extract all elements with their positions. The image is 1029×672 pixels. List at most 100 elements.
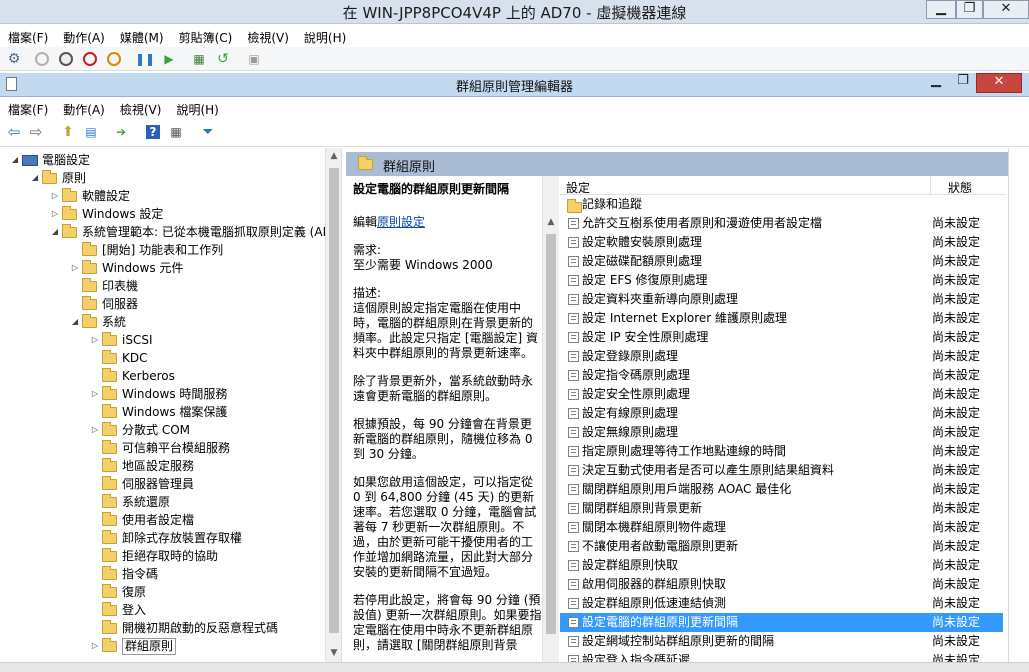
tree-item[interactable]: 拒絕存取時的協助 (90, 547, 218, 565)
tree-item[interactable]: ◢ 電腦設定 (10, 151, 90, 169)
collapse-arrow-icon[interactable]: ◢ (70, 313, 80, 331)
tree-item[interactable]: Windows 檔案保護 (90, 403, 227, 421)
tree-item[interactable]: 卸除式存放裝置存取權 (90, 529, 242, 547)
expand-arrow-icon[interactable]: ▷ (90, 421, 100, 439)
policy-setting-row[interactable]: 設定安全性原則處理 尚未設定 (560, 385, 1003, 404)
tree-item[interactable]: [開始] 功能表和工作列 (70, 241, 223, 259)
policy-setting-row[interactable]: 設定軟體安裝原則處理 尚未設定 (560, 233, 1003, 252)
power-icon[interactable] (106, 51, 122, 67)
policy-setting-row[interactable]: 設定群組原則快取 尚未設定 (560, 556, 1003, 575)
gpme-menu-item[interactable]: 說明(H) (168, 97, 225, 118)
back-icon[interactable]: ⇦ (6, 123, 22, 141)
vm-window-titlebar[interactable]: 在 WIN-JPP8PCO4V4P 上的 AD70 - 虛擬機器連線 ▁ ❐ ✕ (0, 0, 1029, 24)
policy-setting-row[interactable]: 設定 EFS 修復原則處理 尚未設定 (560, 271, 1003, 290)
policy-setting-row[interactable]: 關閉群組原則背景更新 尚未設定 (560, 499, 1003, 518)
gpme-minimize-button[interactable]: ▁ (922, 73, 950, 93)
policy-setting-row[interactable]: 設定群組原則低速連結偵測 尚未設定 (560, 594, 1003, 613)
tree-item[interactable]: 伺服器 (70, 295, 138, 313)
policy-setting-row[interactable]: 指定原則處理等待工作地點連線的時間 尚未設定 (560, 442, 1003, 461)
description-scrollbar[interactable]: ▲ (542, 176, 559, 662)
policy-setting-row[interactable]: 設定網域控制站群組原則更新的間隔 尚未設定 (560, 632, 1003, 651)
policy-setting-row[interactable]: 設定指令碼原則處理 尚未設定 (560, 366, 1003, 385)
tree-scroll-thumb[interactable] (329, 168, 339, 633)
collapse-arrow-icon[interactable]: ◢ (30, 169, 40, 187)
scroll-down-arrow-icon[interactable]: ▼ (326, 645, 341, 662)
properties-icon[interactable]: ▦ (168, 124, 184, 140)
tree-item[interactable]: 復原 (90, 583, 146, 601)
tree-item[interactable]: 可信賴平台模組服務 (90, 439, 230, 457)
tree-item[interactable]: ◢ 原則 (30, 169, 86, 187)
pause-icon[interactable]: ❚❚ (135, 51, 155, 67)
policy-setting-row[interactable]: 設定電腦的群組原則更新間隔 尚未設定 (560, 613, 1003, 632)
tree-vertical-scrollbar[interactable]: ▲ ▼ (325, 148, 341, 662)
help-icon[interactable]: ? (145, 124, 161, 140)
show-tree-icon[interactable]: ▤ (83, 124, 99, 140)
expand-arrow-icon[interactable]: ▷ (50, 187, 60, 205)
turn-off-icon[interactable] (58, 51, 74, 67)
tree-item[interactable]: ◢ 系統管理範本: 已從本機電腦抓取原則定義 (AD (50, 223, 332, 241)
policy-setting-row[interactable]: 關閉群組原則用戶端服務 AOAC 最佳化 尚未設定 (560, 480, 1003, 499)
ctrl-alt-del-icon[interactable]: ⚙ (6, 51, 22, 67)
export-list-icon[interactable]: ➔ (113, 124, 129, 140)
tree-item[interactable]: 使用者設定檔 (90, 511, 194, 529)
scroll-up-arrow-icon[interactable]: ▲ (326, 148, 341, 165)
tree-item[interactable]: ▷ 分散式 COM (90, 421, 190, 439)
gpme-menu-item[interactable]: 檢視(V) (112, 97, 169, 118)
tree-item[interactable]: ▷ 軟體設定 (50, 187, 130, 205)
right-edge-scrollbar[interactable] (1008, 148, 1029, 662)
up-folder-icon[interactable]: ⬆ (60, 124, 76, 140)
policy-setting-row[interactable]: 設定 Internet Explorer 維護原則處理 尚未設定 (560, 309, 1003, 328)
collapse-arrow-icon[interactable]: ◢ (50, 223, 60, 241)
tree-item[interactable]: 開機初期啟動的反惡意程式碼 (90, 619, 278, 637)
policy-setting-row[interactable]: 設定資料夾重新導向原則處理 尚未設定 (560, 290, 1003, 309)
expand-arrow-icon[interactable]: ▷ (90, 637, 100, 655)
policy-setting-row[interactable]: 設定磁碟配額原則處理 尚未設定 (560, 252, 1003, 271)
policy-setting-row[interactable]: 設定登錄原則處理 尚未設定 (560, 347, 1003, 366)
tree-item[interactable]: ▷ Windows 時間服務 (90, 385, 227, 403)
start-icon[interactable] (34, 51, 50, 67)
enhanced-session-icon[interactable]: ▣ (246, 51, 262, 67)
collapse-arrow-icon[interactable]: ◢ (10, 151, 20, 169)
revert-icon[interactable]: ↺ (215, 51, 231, 67)
policy-setting-row[interactable]: 允許交互樹系使用者原則和漫遊使用者設定檔 尚未設定 (560, 214, 1003, 233)
forward-icon[interactable]: ⇨ (28, 123, 44, 141)
resume-icon[interactable]: ▶ (161, 51, 177, 67)
vm-menu-item[interactable]: 動作(A) (55, 25, 112, 46)
shutdown-icon[interactable] (82, 51, 98, 67)
tree-item[interactable]: ◢ 系統 (70, 313, 126, 331)
policy-setting-row[interactable]: 啟用伺服器的群組原則快取 尚未設定 (560, 575, 1003, 594)
expand-arrow-icon[interactable]: ▷ (90, 385, 100, 403)
expand-arrow-icon[interactable]: ▷ (50, 205, 60, 223)
gpme-close-button[interactable]: ✕ (976, 73, 1022, 93)
bottom-scrollbar-strip[interactable] (0, 662, 1029, 672)
tree-item[interactable]: 伺服器管理員 (90, 475, 194, 493)
vm-menu-item[interactable]: 媒體(M) (112, 25, 171, 46)
vm-minimize-button[interactable]: ▁ (926, 0, 956, 19)
tree-item[interactable]: 系統還原 (90, 493, 170, 511)
expand-arrow-icon[interactable]: ▷ (70, 259, 80, 277)
tree-item[interactable]: 地區設定服務 (90, 457, 194, 475)
vm-close-button[interactable]: ✕ (983, 0, 1029, 19)
gpme-titlebar[interactable]: 群組原則管理編輯器 ▁ ❐ ✕ (0, 73, 1029, 97)
policy-setting-row[interactable]: 設定無線原則處理 尚未設定 (560, 423, 1003, 442)
tree-item[interactable]: ▷ iSCSI (90, 331, 153, 349)
policy-setting-row[interactable]: 設定有線原則處理 尚未設定 (560, 404, 1003, 423)
tree-item[interactable]: 印表機 (70, 277, 138, 295)
policy-setting-row[interactable]: 設定登入指令碼延遲 尚未設定 (560, 651, 1003, 662)
tree-item[interactable]: 指令碼 (90, 565, 158, 583)
column-divider[interactable] (930, 176, 931, 195)
tree-item[interactable]: 登入 (90, 601, 146, 619)
column-state-header[interactable]: 狀態 (948, 179, 972, 196)
gpme-menu-item[interactable]: 檔案(F) (0, 97, 55, 118)
vm-maximize-button[interactable]: ❐ (956, 0, 983, 19)
column-setting-header[interactable]: 設定 (566, 179, 590, 196)
vm-menu-item[interactable]: 說明(H) (296, 25, 353, 46)
vm-menu-item[interactable]: 檔案(F) (0, 25, 55, 46)
desc-scroll-thumb[interactable] (546, 234, 556, 634)
tree-item[interactable]: Kerberos (90, 367, 175, 385)
vm-menu-item[interactable]: 剪貼簿(C) (171, 25, 240, 46)
gpme-menu-item[interactable]: 動作(A) (55, 97, 112, 118)
policy-setting-row[interactable]: 關閉本機群組原則物件處理 尚未設定 (560, 518, 1003, 537)
checkpoint-icon[interactable]: ▦ (191, 51, 207, 67)
tree-item[interactable]: ▷ 群組原則 (90, 637, 177, 655)
